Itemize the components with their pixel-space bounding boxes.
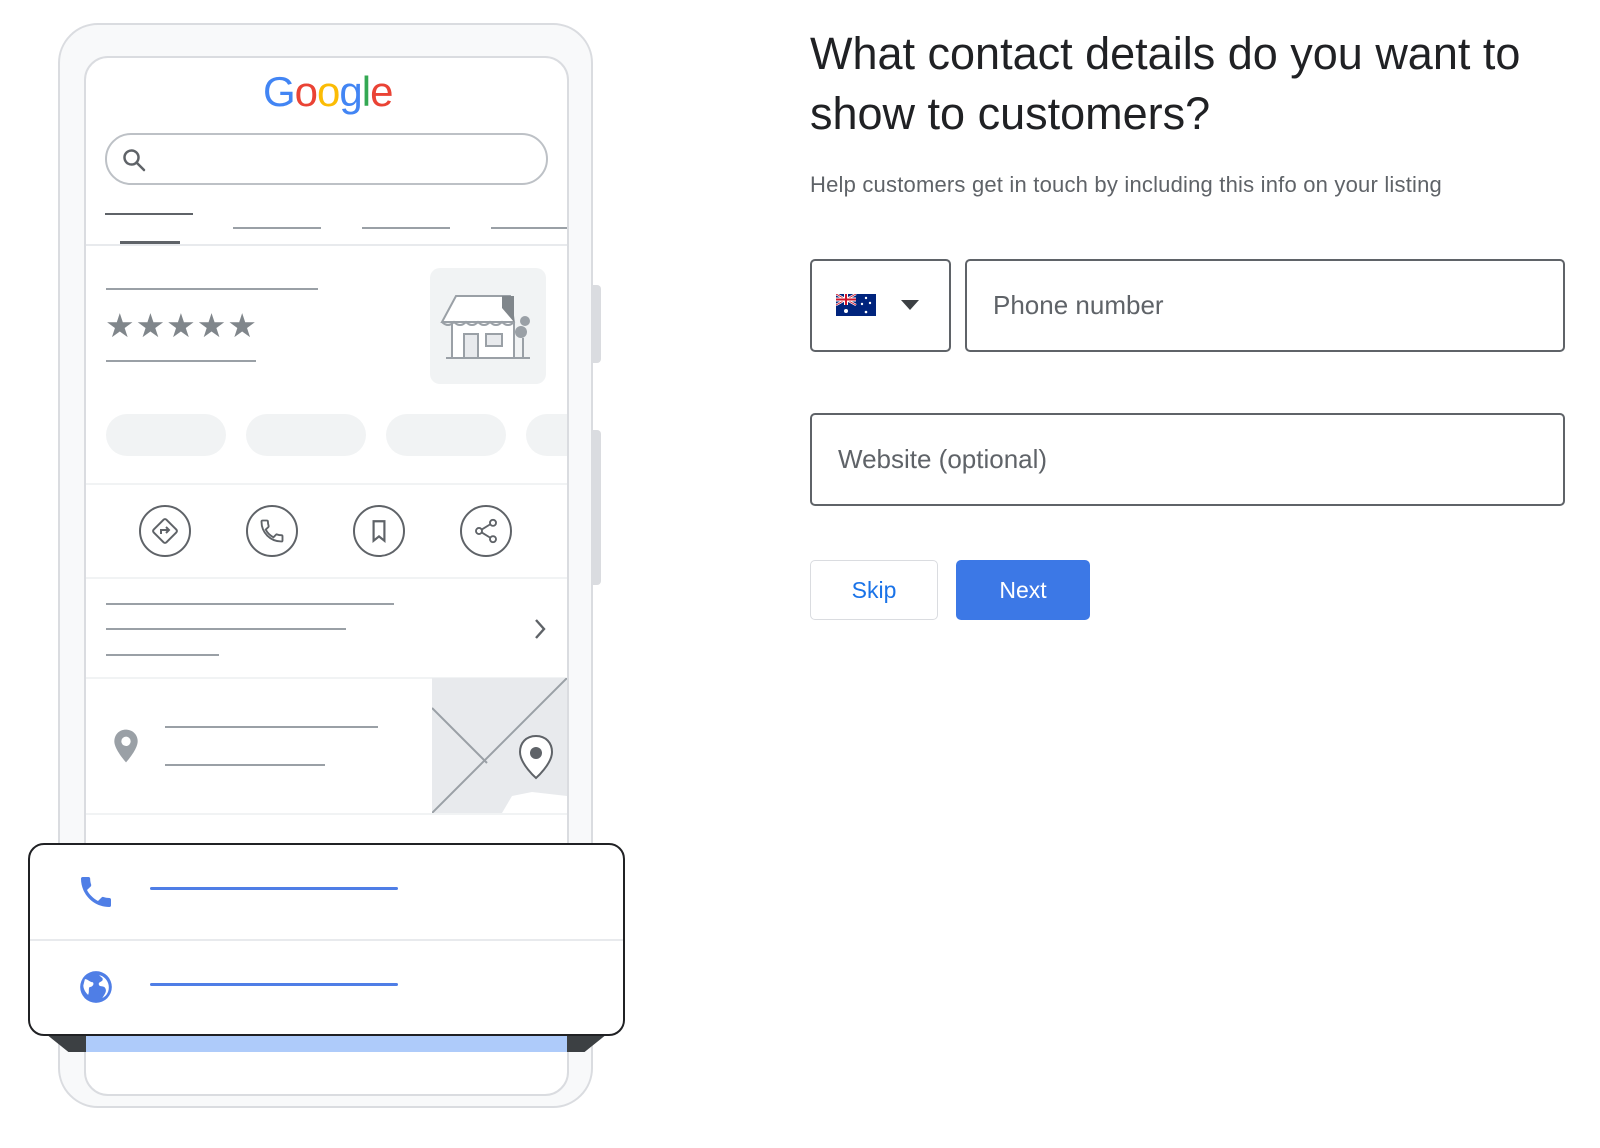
mock-chip [246, 414, 366, 456]
rating-stars: ★★★★★ [105, 307, 258, 344]
mock-tab [362, 227, 450, 229]
mock-text-line [106, 603, 394, 605]
mock-text-line [106, 628, 346, 630]
google-logo: Google [263, 68, 393, 115]
share-button [460, 505, 512, 557]
mock-chip [526, 414, 567, 456]
mock-text-line [106, 654, 219, 656]
share-icon [475, 518, 497, 544]
call-button [246, 505, 298, 557]
mock-address-line [165, 726, 378, 728]
mock-tab [233, 227, 321, 229]
australia-flag-icon [836, 294, 876, 316]
page-title: What contact details do you want to show… [810, 28, 1521, 139]
country-code-dropdown[interactable] [810, 259, 951, 352]
website-input[interactable] [810, 413, 1565, 506]
mock-search-bar [105, 133, 548, 185]
store-image [430, 268, 546, 384]
mock-phone-line [150, 887, 398, 890]
phone-icon [260, 519, 284, 543]
directions-icon [152, 518, 178, 544]
mock-chip [106, 414, 226, 456]
card-highlight [86, 1034, 567, 1052]
mock-address-line [165, 764, 325, 766]
divider [86, 483, 567, 485]
divider [30, 939, 623, 941]
search-icon [123, 149, 146, 172]
phone-side-button [593, 285, 601, 363]
divider [86, 577, 567, 579]
chevron-right-icon [535, 619, 546, 639]
page-subtitle: Help customers get in touch by including… [810, 172, 1442, 197]
phone-number-input[interactable] [965, 259, 1565, 352]
divider [86, 244, 567, 246]
dropdown-arrow-icon [901, 300, 919, 310]
mock-business-name [106, 288, 318, 290]
phone-icon [81, 877, 111, 907]
mock-website-line [150, 983, 398, 986]
bookmark-icon [372, 520, 386, 544]
divider [86, 813, 567, 815]
mock-tab-active [105, 213, 193, 215]
mock-business-category [106, 360, 256, 362]
map-icon [432, 678, 567, 813]
next-button[interactable]: Next [956, 560, 1090, 620]
globe-icon [80, 971, 112, 1003]
skip-button[interactable]: Skip [810, 560, 938, 620]
map-thumbnail [432, 678, 567, 813]
location-pin-icon [114, 729, 138, 763]
mock-tab [491, 227, 567, 229]
save-button [353, 505, 405, 557]
store-icon [440, 295, 530, 359]
directions-button [139, 505, 191, 557]
mock-chip [386, 414, 506, 456]
phone-side-button [593, 430, 601, 585]
